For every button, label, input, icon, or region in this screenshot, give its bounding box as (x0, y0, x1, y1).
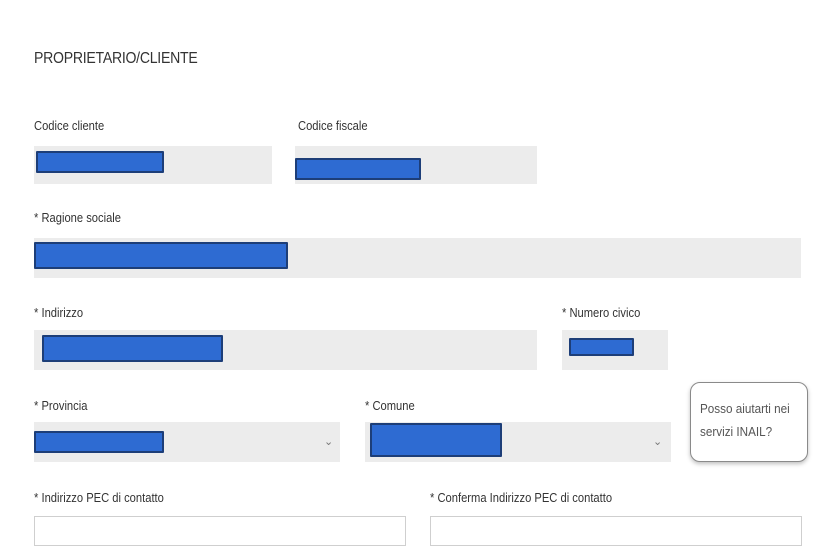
provincia-label: * Provincia (34, 398, 88, 413)
chevron-down-icon: ⌄ (653, 436, 663, 448)
codice-cliente-label: Codice cliente (34, 118, 105, 133)
conferma-pec-input[interactable] (430, 516, 802, 546)
codice-cliente-field[interactable] (34, 146, 272, 184)
codice-fiscale-label: Codice fiscale (298, 118, 368, 133)
indirizzo-field[interactable] (34, 330, 537, 370)
indirizzo-pec-label: * Indirizzo PEC di contatto (34, 490, 164, 505)
chat-line-2: servizi INAIL? (700, 424, 773, 439)
chat-line-1: Posso aiutarti nei (700, 401, 790, 416)
codice-fiscale-field[interactable] (295, 146, 537, 184)
section-title: PROPRIETARIO/CLIENTE (34, 50, 198, 67)
chat-assistant-bubble[interactable]: Posso aiutarti nei servizi INAIL? (690, 382, 808, 462)
redacted-value (34, 431, 164, 453)
ragione-sociale-field[interactable] (34, 238, 801, 278)
redacted-value (42, 335, 223, 362)
comune-label: * Comune (365, 398, 415, 413)
redacted-value (34, 242, 288, 269)
ragione-sociale-label: * Ragione sociale (34, 210, 122, 225)
redacted-value (295, 158, 421, 180)
numero-civico-field[interactable] (562, 330, 668, 370)
numero-civico-label: * Numero civico (562, 305, 641, 320)
provincia-select[interactable]: ⌄ (34, 422, 340, 462)
comune-select[interactable]: ⌄ (365, 422, 671, 462)
indirizzo-pec-input[interactable] (34, 516, 406, 546)
chevron-down-icon: ⌄ (324, 436, 334, 448)
conferma-pec-label: * Conferma Indirizzo PEC di contatto (430, 490, 613, 505)
redacted-value (569, 338, 634, 356)
redacted-value (370, 423, 502, 457)
indirizzo-label: * Indirizzo (34, 305, 84, 320)
redacted-value (36, 151, 164, 173)
